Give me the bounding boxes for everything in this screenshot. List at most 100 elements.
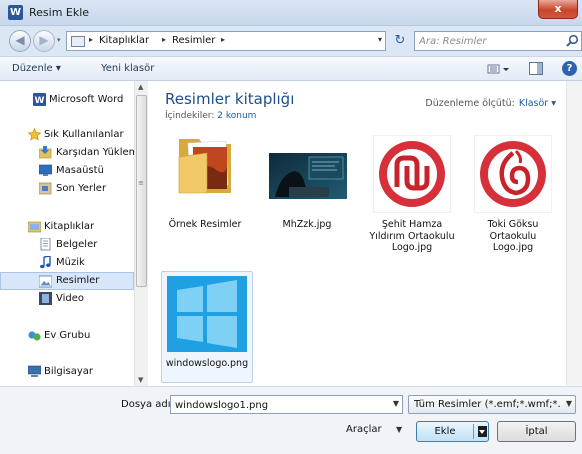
breadcrumb-libraries[interactable]: Kitaplıklar <box>99 35 149 46</box>
navigation-scrollbar[interactable]: ▲ ≡ ▼ <box>134 81 148 386</box>
school-logo-thumbnail <box>474 135 552 213</box>
navigation-pane: W Microsoft Word Sık Kullanılanlar Karşı… <box>0 81 148 386</box>
pictures-icon <box>39 275 52 288</box>
nav-item-label: Kitaplıklar <box>44 221 95 232</box>
file-item-mhzzk[interactable]: MhZzk.jpg <box>263 131 351 231</box>
file-item-caption: Toki Göksu Ortaokulu Logo.jpg <box>487 219 539 253</box>
insert-button[interactable]: Ekle <box>416 421 489 442</box>
nav-item-recent-places[interactable]: Son Yerler <box>0 180 134 198</box>
word-icon: W <box>33 93 46 106</box>
file-item-sehit-hamza-logo[interactable]: Şehit Hamza Yıldırım Ortaokulu Logo.jpg <box>367 131 457 271</box>
file-name-label: Dosya adı: <box>121 399 174 410</box>
help-icon[interactable]: ? <box>562 61 577 76</box>
preview-pane-button[interactable] <box>529 62 543 75</box>
nav-item-pictures[interactable]: Resimler <box>0 272 134 290</box>
nav-item-label: Son Yerler <box>56 183 107 194</box>
search-input[interactable] <box>419 34 559 48</box>
music-icon <box>40 256 51 269</box>
nav-item-libraries[interactable]: Kitaplıklar <box>0 218 134 236</box>
downloads-icon <box>39 146 52 159</box>
insert-options-dropdown-icon[interactable] <box>478 426 487 437</box>
folder-icon <box>178 139 231 194</box>
insert-button-label: Ekle <box>434 426 456 437</box>
computer-icon <box>28 365 41 377</box>
file-type-value: Tüm Resimler (*.emf;*.wmf;*.jp <box>414 399 560 410</box>
video-icon <box>39 292 52 305</box>
content-scrollbar[interactable] <box>566 81 582 386</box>
recent-pages-dropdown[interactable]: ▾ <box>57 36 61 44</box>
file-type-select[interactable]: Tüm Resimler (*.emf;*.wmf;*.jp ▼ <box>408 395 576 414</box>
library-includes: İçindekiler: 2 konum <box>165 111 256 121</box>
file-item-caption: Şehit Hamza Yıldırım Ortaokulu Logo.jpg <box>369 219 455 253</box>
cancel-button[interactable]: İptal <box>497 421 576 442</box>
arrange-by-dropdown[interactable]: Klasör ▾ <box>519 98 556 109</box>
scroll-thumb[interactable] <box>136 95 147 287</box>
command-bar: Düzenle ▾ Yeni klasör ? <box>0 56 582 81</box>
nav-item-label: Microsoft Word <box>49 94 124 105</box>
view-icon <box>487 64 509 74</box>
recent-places-icon <box>39 182 52 195</box>
nav-item-label: Video <box>56 293 85 304</box>
nav-item-music[interactable]: Müzik <box>0 254 134 272</box>
nav-item-computer[interactable]: Bilgisayar <box>0 363 134 381</box>
breadcrumb-arrow-icon[interactable]: ▸ <box>89 35 93 44</box>
svg-text:W: W <box>35 96 45 106</box>
file-item-sample-pictures[interactable]: Örnek Resimler <box>161 131 249 231</box>
chevron-down-icon[interactable]: ▼ <box>396 425 402 434</box>
back-button[interactable]: ◀ <box>9 30 31 52</box>
nav-item-video[interactable]: Video <box>0 290 134 308</box>
file-item-toki-goksu-logo[interactable]: Toki Göksu Ortaokulu Logo.jpg <box>469 131 557 271</box>
nav-item-desktop[interactable]: Masaüstü <box>0 162 134 180</box>
change-view-button[interactable] <box>487 62 511 76</box>
arrange-by-label: Düzenleme ölçütü: <box>425 98 515 109</box>
nav-item-label: Resimler <box>56 275 100 286</box>
windows-logo-thumbnail <box>167 276 247 352</box>
scroll-down-icon[interactable]: ▼ <box>138 376 143 384</box>
nav-item-label: Sık Kullanılanlar <box>44 129 124 140</box>
word-app-icon: W <box>8 5 23 20</box>
nav-item-documents[interactable]: Belgeler <box>0 236 134 254</box>
organize-button[interactable]: Düzenle ▾ <box>12 63 61 74</box>
window-title: Resim Ekle <box>29 6 90 19</box>
address-dropdown-icon[interactable]: ▾ <box>378 35 382 44</box>
search-box[interactable] <box>414 31 582 51</box>
tools-button[interactable]: Araçlar <box>346 424 382 435</box>
nav-item-microsoft-word[interactable]: W Microsoft Word <box>0 91 134 109</box>
folder-icon <box>71 36 85 47</box>
documents-icon <box>40 238 51 251</box>
nav-item-homegroup[interactable]: Ev Grubu <box>0 327 134 345</box>
chevron-down-icon[interactable]: ▼ <box>393 399 399 408</box>
close-button[interactable]: x <box>538 0 578 19</box>
file-item-caption: MhZzk.jpg <box>282 219 332 230</box>
file-item-windowslogo[interactable]: windowslogo.png <box>161 271 253 383</box>
breadcrumb-arrow-icon[interactable]: ▸ <box>221 35 225 44</box>
nav-item-favorites[interactable]: Sık Kullanılanlar <box>0 126 134 144</box>
bottom-panel: Dosya adı: ▼ Tüm Resimler (*.emf;*.wmf;*… <box>0 386 582 454</box>
chevron-down-icon[interactable]: ▼ <box>566 399 572 408</box>
file-name-combobox[interactable]: ▼ <box>170 395 403 414</box>
file-item-caption: windowslogo.png <box>165 358 249 369</box>
school-logo-thumbnail <box>373 135 451 213</box>
search-icon[interactable] <box>565 34 579 48</box>
breadcrumb-pictures[interactable]: Resimler <box>172 35 215 46</box>
breadcrumb-arrow-icon[interactable]: ▸ <box>162 35 166 44</box>
arrange-by: Düzenleme ölçütü: Klasör ▾ <box>425 98 556 109</box>
library-title: Resimler kitaplığı <box>165 90 295 108</box>
split-divider <box>473 424 474 439</box>
new-folder-button[interactable]: Yeni klasör <box>101 63 154 74</box>
breadcrumb[interactable]: ▸ Kitaplıklar ▸ Resimler ▸ ▾ <box>66 31 386 51</box>
nav-item-downloads[interactable]: Karşıdan Yüklem <box>0 144 138 162</box>
title-bar: W Resim Ekle x <box>0 0 582 26</box>
nav-item-label: Müzik <box>56 257 85 268</box>
libraries-icon <box>28 221 41 233</box>
desktop-icon <box>39 164 52 176</box>
nav-item-label: Ev Grubu <box>44 330 91 341</box>
file-name-input[interactable] <box>175 398 375 412</box>
nav-item-label: Belgeler <box>56 239 98 250</box>
includes-label: İçindekiler: <box>165 111 215 121</box>
forward-button[interactable]: ▶ <box>33 30 55 52</box>
includes-count-link[interactable]: 2 konum <box>217 111 256 121</box>
nav-item-label: Bilgisayar <box>44 366 94 377</box>
scroll-up-icon[interactable]: ▲ <box>138 83 143 91</box>
refresh-button[interactable]: ↻ <box>389 31 411 51</box>
